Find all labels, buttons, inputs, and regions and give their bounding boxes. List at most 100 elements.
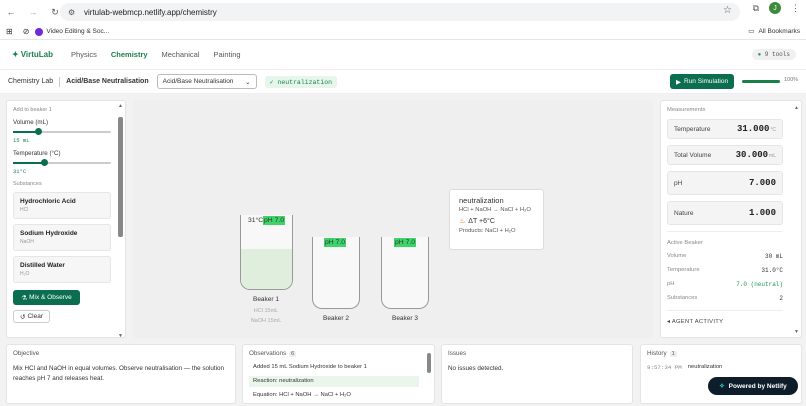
nav-physics[interactable]: Physics: [71, 50, 97, 59]
controls-panel: Add to beaker 1 Volume (mL) 15 mL Temper…: [6, 100, 126, 338]
nav-mechanical[interactable]: Mechanical: [162, 50, 200, 59]
measurement-unit: mL: [769, 153, 776, 159]
powered-by-label: Powered by Netlify: [728, 382, 787, 390]
observation-item: Equation: HCl + NaOH → NaCl + H₂O: [249, 390, 419, 401]
all-bookmarks-button[interactable]: ▭ All Bookmarks: [748, 27, 800, 36]
bottom-panels: Objective Mix HCl and NaOH in equal volu…: [0, 344, 806, 406]
virtulab-logo[interactable]: ✦ VirtuLab: [12, 50, 53, 59]
observations-title: Observations: [249, 350, 287, 357]
apps-grid-icon[interactable]: ⊞: [6, 27, 13, 36]
experiment-select[interactable]: Acid/Base Neutralisation ⌄: [156, 74, 257, 89]
agent-activity-toggle[interactable]: ◂ AGENT ACTIVITY: [667, 319, 795, 325]
netlify-logo-icon: ✧: [719, 383, 725, 390]
beaker-2[interactable]: [312, 237, 360, 309]
flame-icon: ♨: [459, 218, 466, 225]
measurements-title: Measurements: [667, 107, 706, 113]
scroll-down-arrow-icon[interactable]: ▼: [118, 333, 123, 337]
temperature-slider-thumb[interactable]: [41, 159, 49, 166]
objective-text: Mix HCl and NaOH in equal volumes. Obser…: [13, 365, 225, 382]
measurement-label: Nature: [674, 209, 694, 217]
run-simulation-button[interactable]: ▶ Run Simulation: [670, 74, 735, 89]
measurement-label: Temperature: [674, 125, 711, 133]
substance-distilled-water[interactable]: Distilled Water H₂O: [13, 256, 111, 283]
powered-by-netlify-badge[interactable]: ✧ Powered by Netlify: [708, 377, 798, 395]
observations-scrollbar-thumb[interactable]: [427, 353, 431, 373]
bookmark-star-icon[interactable]: ☆: [723, 5, 732, 16]
back-arrow-icon[interactable]: ←: [4, 5, 18, 19]
simulation-canvas: 31°C pH 7.0 Beaker 1 HCl 15mL NaOH 15mL …: [133, 100, 653, 338]
beaker-1[interactable]: [240, 215, 293, 290]
run-simulation-label: Run Simulation: [684, 78, 729, 85]
extensions-icon[interactable]: ⧉: [753, 3, 759, 14]
profile-avatar[interactable]: J: [769, 2, 781, 14]
beaker-1-temperature: 31°C: [248, 217, 264, 224]
measurement-nature: Nature 1.000: [667, 201, 783, 225]
row-value: 31.0°C: [761, 267, 783, 274]
measurement-label: pH: [674, 179, 683, 187]
nav-painting[interactable]: Painting: [213, 50, 240, 59]
scroll-up-arrow-icon[interactable]: ▲: [794, 105, 799, 111]
delta-t-value: ΔT +6°C: [468, 217, 495, 225]
observation-item: Added 15 mL Sodium Hydroxide to beaker 1: [249, 362, 419, 373]
status-dot-icon: ●: [757, 51, 762, 58]
history-title: History: [647, 350, 667, 357]
temperature-value: 31°C: [13, 168, 27, 175]
measurement-label: Total Volume: [674, 151, 712, 159]
beaker-1-ph-badge: pH 7.0: [263, 216, 286, 225]
row-key: Substances: [667, 295, 698, 301]
volume-value: 15 mL: [13, 137, 30, 144]
volume-slider[interactable]: [13, 128, 111, 136]
observations-count: 6: [289, 350, 297, 357]
substance-name: Sodium Hydroxide: [20, 230, 78, 237]
address-bar[interactable]: ⚙ virtulab-webmcp.netlify.app/chemistry …: [60, 3, 740, 21]
substance-formula: NaOH: [20, 239, 34, 245]
clear-button[interactable]: ↺ Clear: [13, 310, 50, 323]
measurement-value: 7.000: [748, 178, 776, 188]
reaction-tag: ✓ neutralization: [264, 75, 338, 88]
active-beaker-title: Active Beaker: [667, 240, 703, 246]
volume-slider-thumb[interactable]: [34, 128, 42, 135]
mix-observe-label: Mix & Observe: [29, 294, 72, 301]
temperature-label: Temperature (°C): [13, 150, 61, 157]
forward-arrow-icon[interactable]: →: [26, 5, 40, 19]
tools-badge[interactable]: ● 9 tools: [751, 49, 796, 60]
substance-formula: H₂O: [20, 271, 30, 277]
browser-menu-icon[interactable]: ⋮: [791, 3, 800, 14]
temperature-slider-fill: [13, 162, 45, 164]
volume-slider-fill: [13, 131, 38, 133]
globe-icon[interactable]: ⊘: [23, 27, 30, 36]
site-info-icon[interactable]: ⚙: [68, 8, 78, 17]
folder-icon: ▭: [748, 28, 755, 35]
breadcrumb-lab[interactable]: Chemistry Lab: [8, 78, 53, 85]
breadcrumb-experiment: Acid/Base Neutralisation: [66, 78, 149, 85]
substance-hydrochloric-acid[interactable]: Hydrochloric Acid HCl: [13, 192, 111, 219]
tools-badge-label: 9 tools: [764, 51, 790, 58]
beaker-1-liquid: [241, 249, 292, 289]
nav-chemistry[interactable]: Chemistry: [111, 50, 148, 59]
objective-title: Objective: [13, 350, 40, 357]
measurement-total-volume: Total Volume 30.000mL: [667, 145, 783, 165]
beaker-3-ph-badge: pH 7.0: [394, 238, 417, 247]
mix-observe-button[interactable]: ⚗ Mix & Observe: [13, 290, 80, 305]
agent-activity-label: AGENT ACTIVITY: [671, 319, 724, 325]
play-icon: ▶: [676, 78, 681, 86]
controls-scrollbar-thumb[interactable]: [118, 117, 123, 237]
substance-sodium-hydroxide[interactable]: Sodium Hydroxide NaOH: [13, 224, 111, 251]
measurement-ph: pH 7.000: [667, 171, 783, 195]
divider: [667, 231, 783, 232]
history-item[interactable]: 9:57:34 PM neutralization: [647, 364, 795, 371]
active-beaker-substances-row: Substances 2: [667, 295, 783, 302]
bookmark-video-editing[interactable]: Video Editing & Soc...: [35, 27, 109, 36]
controls-scrollbar[interactable]: ▲ ▼: [118, 103, 123, 337]
scroll-up-arrow-icon[interactable]: ▲: [118, 103, 123, 109]
experiment-select-value: Acid/Base Neutralisation: [162, 78, 234, 85]
beaker-2-ph-badge: pH 7.0: [324, 238, 347, 247]
scroll-down-arrow-icon[interactable]: ▼: [794, 329, 799, 335]
active-beaker-volume-row: Volume 30 mL: [667, 253, 783, 260]
all-bookmarks-label: All Bookmarks: [758, 27, 800, 35]
beaker-2-label: Beaker 2: [322, 315, 350, 322]
temperature-slider[interactable]: [13, 159, 111, 167]
substance-name: Hydrochloric Acid: [20, 198, 76, 205]
bookmark-favicon-icon: [35, 27, 44, 36]
beaker-3[interactable]: [381, 237, 429, 309]
